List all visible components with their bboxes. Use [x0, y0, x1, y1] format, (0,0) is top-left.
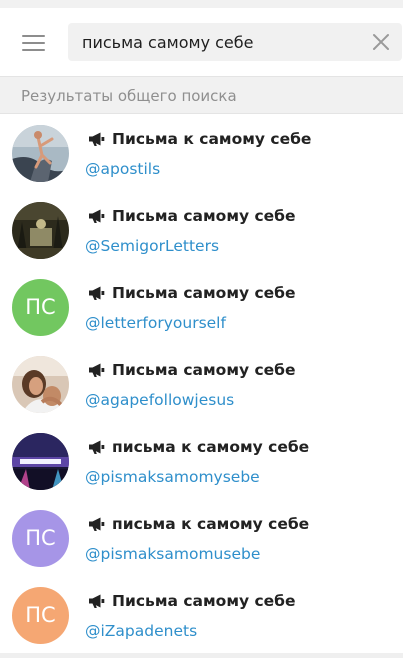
title-line: Письма самому себе — [88, 206, 296, 226]
megaphone-icon — [89, 209, 105, 223]
title-line: Письма самому себе — [88, 360, 296, 380]
chat-title: Письма к самому себе — [112, 130, 312, 148]
avatar-initials: ПС — [12, 510, 69, 567]
section-label: Результаты общего поиска — [21, 87, 237, 105]
title-line: письма к самому себе — [88, 514, 309, 534]
megaphone-icon — [89, 440, 105, 454]
header — [0, 8, 403, 76]
chat-title: письма к самому себе — [112, 438, 310, 456]
search-box — [68, 23, 402, 61]
title-line: Письма самому себе — [88, 283, 296, 303]
chat-title: Письма самому себе — [112, 361, 296, 379]
bottom-divider — [0, 653, 403, 658]
results-list: Письма к самому себе @apostils Письма са… — [0, 114, 403, 653]
chat-username[interactable]: @pismaksamomusebe — [85, 545, 260, 563]
chat-username[interactable]: @SemigorLetters — [85, 237, 219, 255]
avatar-initials: ПС — [12, 279, 69, 336]
title-line: Письма самому себе — [88, 591, 296, 611]
chat-title: письма к самому себе — [112, 515, 310, 533]
chat-username[interactable]: @letterforyourself — [85, 314, 226, 332]
search-input[interactable] — [82, 23, 362, 61]
title-line: Письма к самому себе — [88, 129, 311, 149]
chat-username[interactable]: @agapefollowjesus — [85, 391, 234, 409]
list-item[interactable]: Письма самому себе @SemigorLetters — [0, 191, 403, 268]
avatar — [12, 356, 69, 413]
avatar — [12, 202, 69, 259]
megaphone-icon — [89, 594, 105, 608]
megaphone-icon — [89, 286, 105, 300]
megaphone-icon — [89, 363, 105, 377]
megaphone-icon — [89, 132, 105, 146]
hamburger-menu-icon[interactable] — [14, 29, 54, 57]
chat-username[interactable]: @pismaksamomysebe — [85, 468, 260, 486]
avatar — [12, 433, 69, 490]
close-icon[interactable] — [372, 33, 390, 51]
title-line: письма к самому себе — [88, 437, 309, 457]
list-item[interactable]: Письма к самому себе @apostils — [0, 114, 403, 191]
top-strip — [0, 0, 403, 8]
list-item[interactable]: ПС Письма самому себе @iZapadenets — [0, 576, 403, 653]
avatar — [12, 125, 69, 182]
chat-title: Письма самому себе — [112, 592, 296, 610]
section-header: Результаты общего поиска — [0, 76, 403, 114]
chat-title: Письма самому себе — [112, 284, 296, 302]
chat-username[interactable]: @iZapadenets — [85, 622, 197, 640]
megaphone-icon — [89, 517, 105, 531]
chat-username[interactable]: @apostils — [85, 160, 160, 178]
chat-title: Письма самому себе — [112, 207, 296, 225]
list-item[interactable]: ПС письма к самому себе @pismaksamomuseb… — [0, 499, 403, 576]
list-item[interactable]: письма к самому себе @pismaksamomysebe — [0, 422, 403, 499]
list-item[interactable]: Письма самому себе @agapefollowjesus — [0, 345, 403, 422]
list-item[interactable]: ПС Письма самому себе @letterforyourself — [0, 268, 403, 345]
avatar-initials: ПС — [12, 587, 69, 644]
